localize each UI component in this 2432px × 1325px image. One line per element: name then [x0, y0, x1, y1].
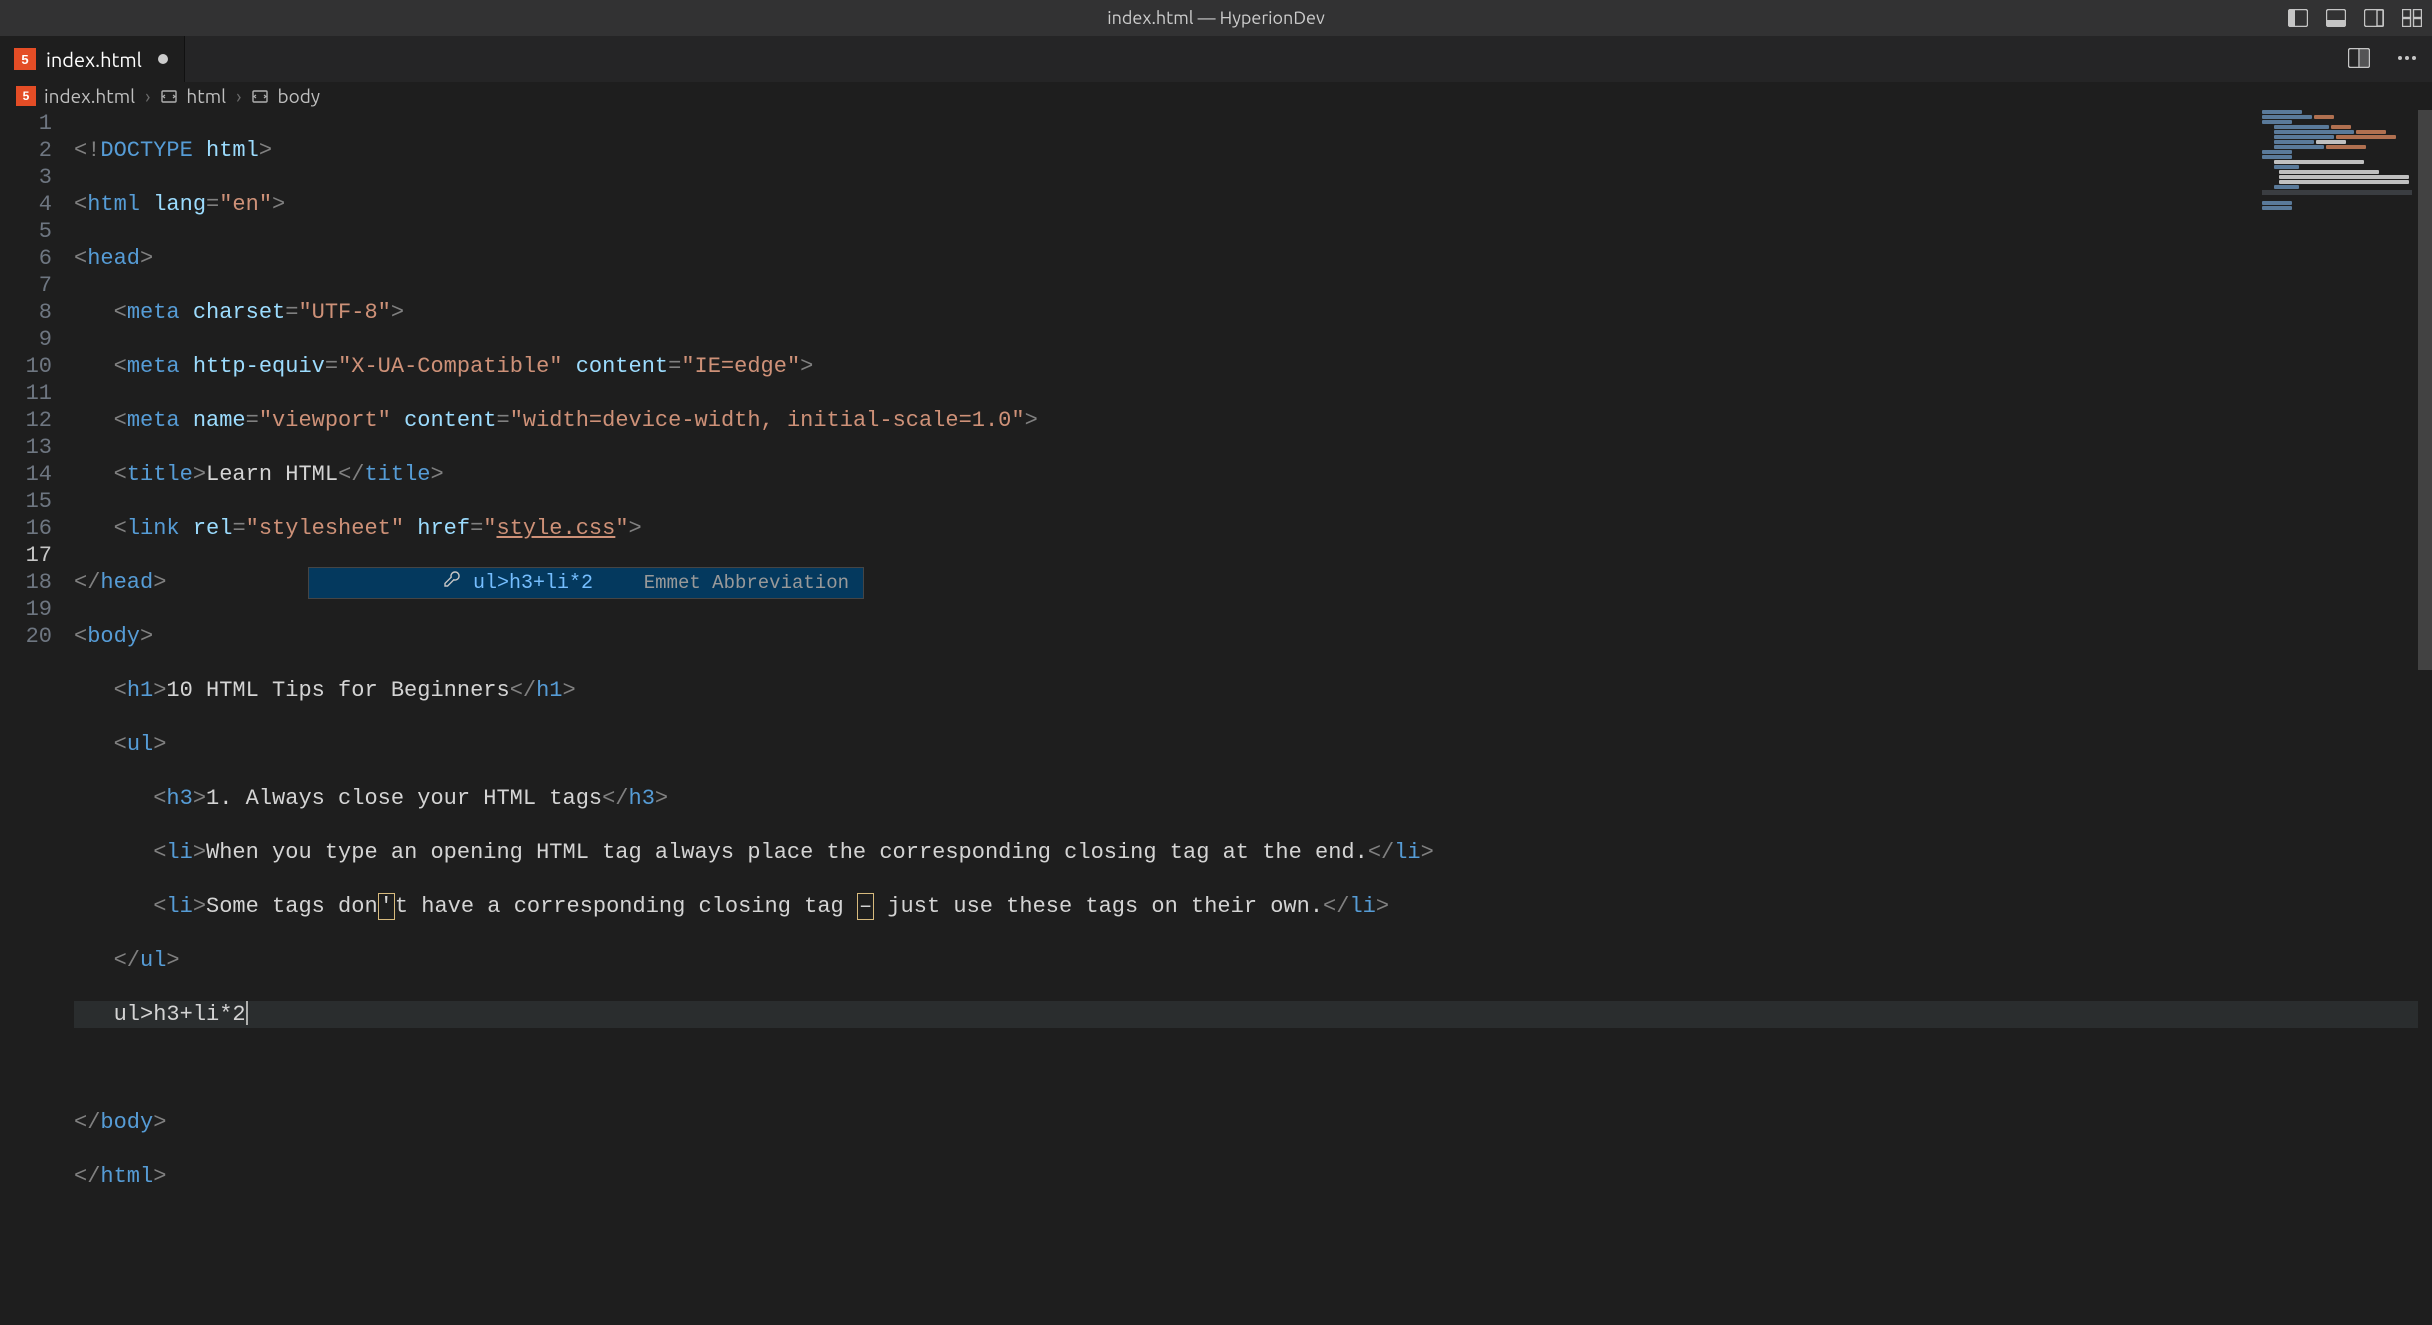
toggle-panel-icon[interactable]	[2326, 9, 2346, 27]
code-area[interactable]: <!DOCTYPE html> <html lang="en"> <head> …	[74, 110, 2432, 1078]
breadcrumb-file: index.html	[16, 85, 135, 107]
chevron-right-icon: ›	[145, 85, 150, 107]
window-title: index.html — HyperionDev	[1107, 8, 1325, 28]
minimap[interactable]	[2262, 110, 2412, 210]
breadcrumb[interactable]: index.html › html › body	[0, 82, 2432, 110]
tab-index-html[interactable]: index.html	[0, 36, 185, 82]
split-editor-icon[interactable]	[2348, 48, 2370, 71]
dirty-indicator-icon	[158, 54, 168, 64]
line-number-gutter: 1234567891011121314151617181920	[0, 110, 74, 1078]
titlebar: index.html — HyperionDev	[0, 0, 2432, 36]
toggle-primary-sidebar-icon[interactable]	[2288, 9, 2308, 27]
layout-controls	[2288, 9, 2422, 27]
scrollbar-thumb[interactable]	[2418, 110, 2432, 670]
suggest-item[interactable]: ul>h3+li*2 Emmet Abbreviation	[309, 568, 863, 598]
customize-layout-icon[interactable]	[2402, 9, 2422, 27]
symbol-icon	[160, 87, 178, 105]
suggest-label: ul>h3+li*2	[473, 570, 593, 597]
html-file-icon	[16, 86, 36, 106]
vertical-scrollbar[interactable]	[2418, 110, 2432, 1078]
suggest-widget[interactable]: ul>h3+li*2 Emmet Abbreviation	[308, 567, 864, 599]
html-file-icon	[14, 48, 36, 70]
symbol-icon	[251, 87, 269, 105]
chevron-right-icon: ›	[236, 85, 241, 107]
suggest-kind: Emmet Abbreviation	[644, 570, 849, 597]
breadcrumb-body: body	[251, 85, 320, 107]
breadcrumb-html: html	[160, 85, 226, 107]
text-cursor	[246, 1001, 248, 1025]
tab-bar: index.html	[0, 36, 2432, 82]
tab-label: index.html	[46, 48, 142, 71]
editor[interactable]: 1234567891011121314151617181920 <!DOCTYP…	[0, 110, 2432, 1078]
toggle-secondary-sidebar-icon[interactable]	[2364, 9, 2384, 27]
wrench-icon	[323, 543, 461, 624]
more-actions-icon[interactable]	[2396, 48, 2418, 71]
